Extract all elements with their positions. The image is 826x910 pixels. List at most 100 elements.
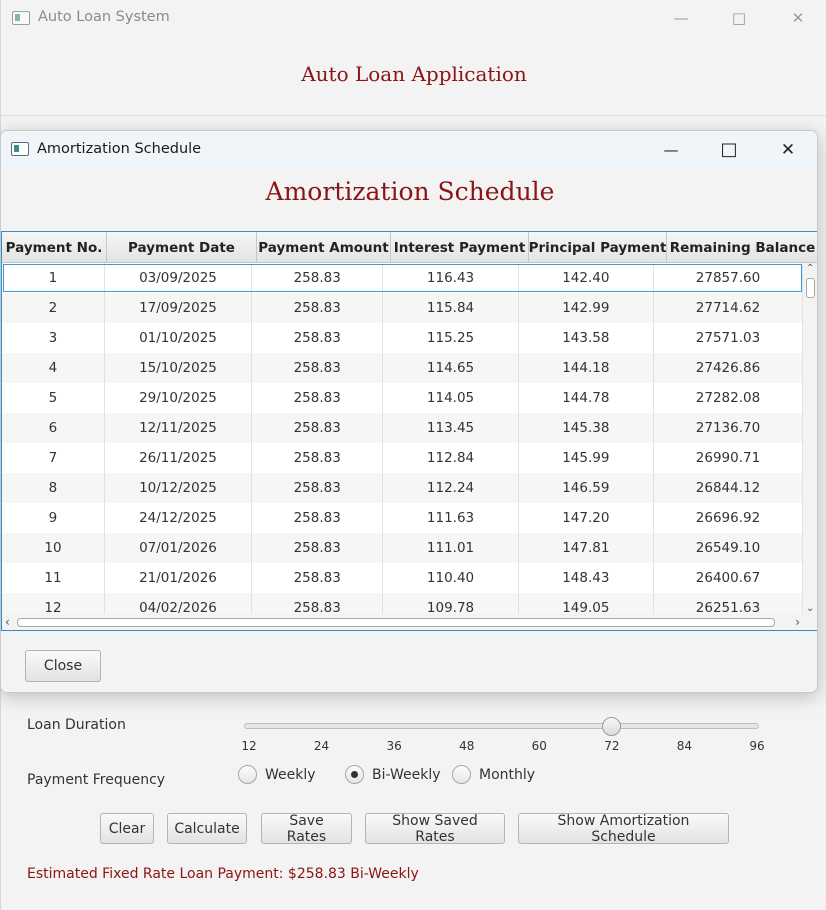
radio-label: Monthly	[479, 766, 536, 783]
clear-button[interactable]: Clear	[100, 813, 154, 844]
table-cell: 258.83	[252, 263, 384, 293]
vertical-scrollbar[interactable]: ⌃ ⌄	[803, 263, 817, 614]
payment-result: Estimated Fixed Rate Loan Payment: $258.…	[27, 866, 419, 882]
table-row[interactable]: 8 10/12/2025 258.83 112.24 146.59 26844.12	[2, 473, 803, 503]
column-header-remaining-balance[interactable]: Remaining Balance	[667, 232, 817, 263]
table-row[interactable]: 10 07/01/2026 258.83 111.01 147.81 26549.10	[2, 533, 803, 563]
table-cell: 11	[2, 563, 105, 593]
scroll-down-icon[interactable]: ⌄	[806, 603, 814, 614]
table-cell: 26/11/2025	[105, 443, 253, 473]
column-header-payment-date[interactable]: Payment Date	[107, 232, 257, 263]
minimize-icon[interactable]: —	[658, 0, 704, 36]
app-window-icon	[12, 11, 30, 25]
table-cell: 1	[2, 263, 105, 293]
scroll-left-icon[interactable]: ‹	[5, 615, 10, 629]
table-row[interactable]: 1 03/09/2025 258.83 116.43 142.40 27857.60	[2, 263, 803, 293]
divider	[1, 115, 826, 116]
table-row[interactable]: 3 01/10/2025 258.83 115.25 143.58 27571.03	[2, 323, 803, 353]
table-cell: 6	[2, 413, 105, 443]
payment-frequency-label: Payment Frequency	[27, 772, 166, 788]
table-cell: 145.99	[519, 443, 654, 473]
table-cell: 27282.08	[654, 383, 803, 413]
close-icon[interactable]: ✕	[765, 131, 811, 168]
vertical-scroll-thumb[interactable]	[806, 278, 815, 298]
column-header-principal-payment[interactable]: Principal Payment	[529, 232, 667, 263]
table-cell: 142.40	[519, 263, 654, 293]
table-cell: 9	[2, 503, 105, 533]
radio-button[interactable]	[238, 765, 257, 784]
column-header-payment-amount[interactable]: Payment Amount	[257, 232, 391, 263]
maximize-icon[interactable]: □	[706, 131, 752, 168]
table-cell: 116.43	[383, 263, 519, 293]
table-cell: 142.99	[519, 293, 654, 323]
table-cell: 03/09/2025	[105, 263, 253, 293]
table-cell: 24/12/2025	[105, 503, 253, 533]
table-cell: 26990.71	[654, 443, 803, 473]
table-cell: 143.58	[519, 323, 654, 353]
table-cell: 258.83	[252, 533, 384, 563]
table-cell: 27136.70	[654, 413, 803, 443]
column-header-payment-no[interactable]: Payment No.	[2, 232, 107, 263]
table-cell: 147.20	[519, 503, 654, 533]
column-header-interest-payment[interactable]: Interest Payment	[391, 232, 529, 263]
table-row[interactable]: 5 29/10/2025 258.83 114.05 144.78 27282.08	[2, 383, 803, 413]
dialog-title: Amortization Schedule	[37, 141, 202, 157]
table-cell: 12/11/2025	[105, 413, 253, 443]
calculate-button[interactable]: Calculate	[167, 813, 247, 844]
table-cell: 110.40	[383, 563, 519, 593]
table-row[interactable]: 11 21/01/2026 258.83 110.40 148.43 26400.67	[2, 563, 803, 593]
table-cell: 27571.03	[654, 323, 803, 353]
table-cell: 145.38	[519, 413, 654, 443]
table-cell: 258.83	[252, 593, 384, 614]
show-amortization-button[interactable]: Show Amortization Schedule	[518, 813, 729, 845]
table-cell: 111.63	[383, 503, 519, 533]
table-cell: 15/10/2025	[105, 353, 253, 383]
amortization-table[interactable]: Payment No. Payment Date Payment Amount Int…	[1, 231, 817, 631]
loan-duration-slider[interactable]	[244, 723, 759, 729]
dialog-titlebar: Amortization Schedule — □ ✕	[1, 131, 817, 168]
table-cell: 258.83	[252, 473, 384, 503]
table-cell: 27426.86	[654, 353, 803, 383]
scroll-up-icon[interactable]: ⌃	[806, 263, 814, 274]
show-saved-rates-button[interactable]: Show Saved Rates	[365, 813, 505, 845]
main-titlebar: Auto Loan System — □ ✕	[1, 0, 826, 36]
table-cell: 109.78	[383, 593, 519, 614]
close-icon[interactable]: ✕	[775, 0, 821, 36]
horizontal-scrollbar[interactable]: ‹ ›	[2, 614, 803, 630]
table-row[interactable]: 6 12/11/2025 258.83 113.45 145.38 27136.70	[2, 413, 803, 443]
table-cell: 04/02/2026	[105, 593, 253, 614]
scroll-right-icon[interactable]: ›	[795, 615, 800, 629]
table-cell: 112.84	[383, 443, 519, 473]
table-row[interactable]: 12 04/02/2026 258.83 109.78 149.05 26251.63	[2, 593, 803, 614]
minimize-icon[interactable]: —	[648, 131, 694, 168]
save-rates-button[interactable]: Save Rates	[261, 813, 352, 845]
maximize-icon[interactable]: □	[716, 0, 762, 36]
horizontal-scroll-thumb[interactable]	[17, 618, 775, 627]
table-body[interactable]: 1 03/09/2025 258.83 116.43 142.40 27857.60 2 17…	[2, 263, 803, 614]
radio-button-selected[interactable]	[345, 765, 364, 784]
table-cell: 258.83	[252, 413, 384, 443]
table-cell: 21/01/2026	[105, 563, 253, 593]
table-row[interactable]: 9 24/12/2025 258.83 111.63 147.20 26696.92	[2, 503, 803, 533]
table-row[interactable]: 7 26/11/2025 258.83 112.84 145.99 26990.71	[2, 443, 803, 473]
table-cell: 07/01/2026	[105, 533, 253, 563]
table-cell: 258.83	[252, 353, 384, 383]
table-row[interactable]: 2 17/09/2025 258.83 115.84 142.99 27714.62	[2, 293, 803, 323]
radio-monthly[interactable]: Monthly	[452, 765, 535, 784]
radio-bi-weekly[interactable]: Bi-Weekly	[345, 765, 441, 784]
table-cell: 27857.60	[654, 263, 803, 293]
radio-label: Weekly	[265, 766, 316, 783]
table-row[interactable]: 4 15/10/2025 258.83 114.65 144.18 27426.86	[2, 353, 803, 383]
table-cell: 114.05	[383, 383, 519, 413]
scroll-corner	[803, 614, 817, 630]
radio-weekly[interactable]: Weekly	[238, 765, 316, 784]
table-cell: 149.05	[519, 593, 654, 614]
table-cell: 148.43	[519, 563, 654, 593]
table-cell: 114.65	[383, 353, 519, 383]
table-cell: 26251.63	[654, 593, 803, 614]
slider-thumb[interactable]	[602, 717, 622, 736]
close-button[interactable]: Close	[25, 650, 101, 682]
slider-tick-label: 96	[749, 739, 765, 753]
radio-button[interactable]	[452, 765, 471, 784]
table-cell: 115.84	[383, 293, 519, 323]
